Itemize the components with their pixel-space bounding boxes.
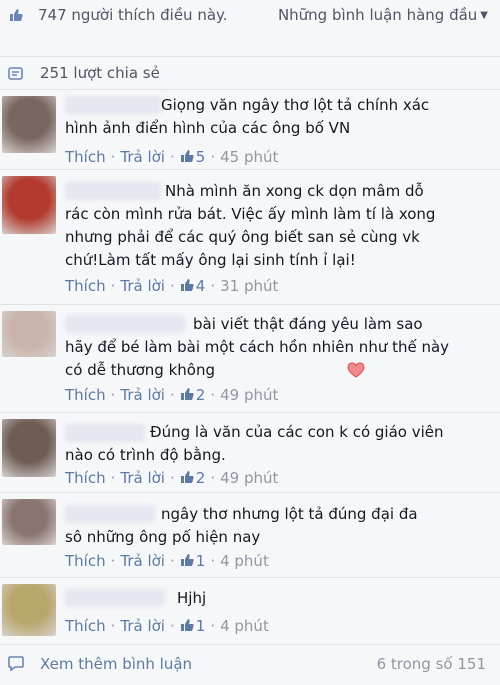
like-link[interactable]: Thích — [65, 386, 106, 404]
comment-item: Nhà mình ăn xong ck dọn mâm dỗ rác còn m… — [0, 170, 500, 305]
comment-timestamp[interactable]: 45 phút — [220, 148, 278, 166]
like-link[interactable]: Thích — [65, 148, 106, 166]
comment-actions: Thích · Trả lời · 4 · 31 phút — [65, 277, 279, 295]
avatar[interactable] — [2, 419, 56, 477]
comment-item: bài viết thật đáng yêu làm sao hãy để bé… — [0, 305, 500, 413]
share-icon — [8, 66, 24, 80]
heart-emoji-icon — [219, 362, 365, 385]
comments-pager-count: 6 trong số 151 — [376, 655, 486, 673]
like-count[interactable]: 2 — [196, 469, 206, 487]
shares-count-link[interactable]: 251 lượt chia sẻ — [40, 62, 160, 84]
comment-text: Đúng là văn của các con k có giáo viên n… — [65, 423, 444, 464]
comment-actions: Thích · Trả lời · 2 · 49 phút — [65, 386, 279, 404]
reply-link[interactable]: Trả lời — [120, 386, 165, 404]
comment-text: bài viết thật đáng yêu làm sao hãy để bé… — [65, 313, 485, 385]
comment-text: Giọng văn ngây thơ lột tả chính xác hình… — [65, 96, 430, 137]
view-more-comments-link[interactable]: Xem thêm bình luận — [40, 653, 192, 675]
avatar[interactable] — [2, 311, 56, 357]
thumbs-up-icon — [180, 469, 194, 483]
reply-link[interactable]: Trả lời — [120, 277, 165, 295]
comment-timestamp[interactable]: 49 phút — [220, 386, 278, 404]
likes-summary-bar: 747 người thích điều này. Những bình luậ… — [0, 0, 500, 57]
sort-comments-dropdown[interactable]: Những bình luận hàng đầu ▼ — [278, 4, 488, 27]
shares-summary-bar: 251 lượt chia sẻ — [0, 57, 500, 90]
avatar[interactable] — [2, 96, 56, 153]
comment-timestamp[interactable]: 31 phút — [220, 277, 278, 295]
like-count[interactable]: 2 — [196, 386, 206, 404]
comment-actions: Thích · Trả lời · 1 · 4 phút — [65, 552, 269, 570]
avatar[interactable] — [2, 584, 56, 636]
like-link[interactable]: Thích — [65, 617, 106, 635]
comment-item: Giọng văn ngây thơ lột tả chính xác hình… — [0, 90, 500, 170]
comment-text: ngây thơ nhưng lột tả đúng đại đa sô nhữ… — [65, 505, 418, 546]
chevron-down-icon: ▼ — [480, 10, 488, 21]
thumbs-up-icon — [180, 148, 194, 162]
comment-timestamp[interactable]: 4 phút — [220, 617, 269, 635]
avatar[interactable] — [2, 176, 56, 234]
comment-actions: Thích · Trả lời · 1 · 4 phút — [65, 617, 269, 635]
comment-timestamp[interactable]: 49 phút — [220, 469, 278, 487]
comment-actions: Thích · Trả lời · 2 · 49 phút — [65, 469, 279, 487]
like-count[interactable]: 5 — [196, 148, 206, 166]
like-link[interactable]: Thích — [65, 469, 106, 487]
thumbs-up-icon — [9, 7, 23, 21]
view-more-bar: Xem thêm bình luận 6 trong số 151 — [0, 645, 500, 685]
likes-count-text[interactable]: 747 người thích điều này. — [38, 4, 238, 26]
like-count[interactable]: 4 — [196, 277, 206, 295]
comment-item: Đúng là văn của các con k có giáo viên n… — [0, 413, 500, 493]
sort-label: Những bình luận hàng đầu — [277, 6, 478, 24]
comment-actions: Thích · Trả lời · 5 · 45 phút — [65, 148, 279, 166]
reply-link[interactable]: Trả lời — [120, 552, 165, 570]
comment-timestamp[interactable]: 4 phút — [220, 552, 269, 570]
comment-bubble-icon — [8, 656, 24, 672]
thumbs-up-icon — [180, 386, 194, 400]
comment-item: ngây thơ nhưng lột tả đúng đại đa sô nhữ… — [0, 493, 500, 578]
like-link[interactable]: Thích — [65, 277, 106, 295]
reply-link[interactable]: Trả lời — [120, 148, 165, 166]
comment-text: Nhà mình ăn xong ck dọn mâm dỗ rác còn m… — [65, 182, 436, 269]
like-link[interactable]: Thích — [65, 552, 106, 570]
avatar[interactable] — [2, 499, 56, 545]
reply-link[interactable]: Trả lời — [120, 469, 165, 487]
thumbs-up-icon — [180, 277, 194, 291]
comment-item: Hjhj Thích · Trả lời · 1 · 4 phút — [0, 578, 500, 645]
reply-link[interactable]: Trả lời — [120, 617, 165, 635]
thumbs-up-icon — [180, 552, 194, 566]
comment-text: Hjhj — [177, 589, 207, 607]
like-count[interactable]: 1 — [196, 617, 206, 635]
like-count[interactable]: 1 — [196, 552, 206, 570]
thumbs-up-icon — [180, 617, 194, 631]
